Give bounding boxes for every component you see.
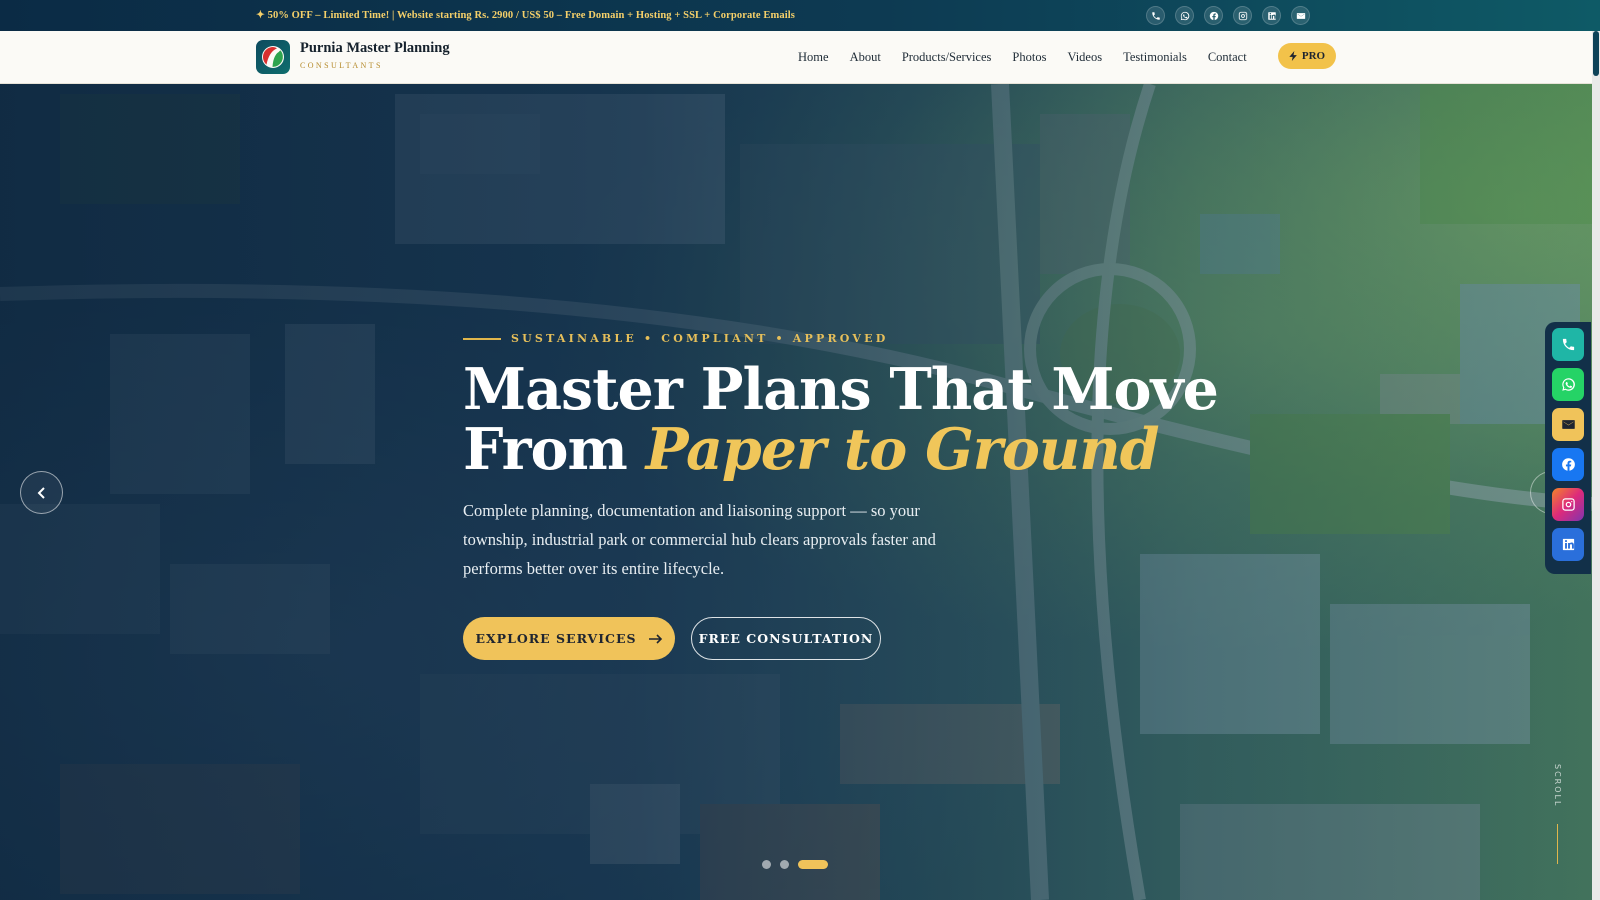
mail-icon <box>1561 420 1575 429</box>
float-linkedin-button[interactable] <box>1552 528 1584 561</box>
page-scrollbar[interactable] <box>1592 31 1600 900</box>
hero-lede: Complete planning, documentation and lia… <box>463 501 936 578</box>
scroll-line <box>1557 824 1558 864</box>
whatsapp-icon <box>1561 378 1575 391</box>
arrow-right-icon <box>648 633 662 644</box>
scroll-indicator: SCROLL <box>1549 764 1569 864</box>
hero-eyebrow: SUSTAINABLE • COMPLIANT • APPROVED <box>463 332 888 345</box>
linkedin-icon <box>1562 538 1574 551</box>
nav-item-videos[interactable]: Videos <box>1067 50 1102 65</box>
whatsapp-icon[interactable] <box>1175 6 1194 25</box>
float-mail-button[interactable] <box>1552 408 1584 441</box>
brand-logo[interactable] <box>256 40 290 74</box>
promo-text: ✦ 50% OFF – Limited Time! | Website star… <box>256 10 795 21</box>
hero-overlay <box>0 84 1592 900</box>
free-consultation-label: FREE CONSULTATION <box>698 631 874 646</box>
phone-icon <box>1562 338 1574 351</box>
pro-button[interactable]: PRO <box>1278 43 1336 69</box>
eyebrow-text: SUSTAINABLE • COMPLIANT • APPROVED <box>511 332 889 345</box>
phone-icon[interactable] <box>1146 6 1165 25</box>
float-facebook-button[interactable] <box>1552 448 1584 481</box>
eyebrow-line <box>463 337 501 340</box>
lightning-icon <box>1289 51 1297 61</box>
main-nav: Purnia Master Planning CONSULTANTS Home … <box>0 31 1592 84</box>
float-whatsapp-button[interactable] <box>1552 368 1584 401</box>
scrollbar-thumb[interactable] <box>1593 31 1599 76</box>
nav-item-testimonials[interactable]: Testimonials <box>1123 50 1187 65</box>
leaf-logo-icon <box>262 46 284 68</box>
nav-item-home[interactable]: Home <box>798 50 829 65</box>
brand-subtitle: CONSULTANTS <box>300 61 383 70</box>
promo-bar: ✦ 50% OFF – Limited Time! | Website star… <box>0 0 1600 31</box>
slider-dot-3-active[interactable] <box>798 860 828 869</box>
hero-title-line2-prefix: From <box>463 416 646 483</box>
hero-slider: SUSTAINABLE • COMPLIANT • APPROVED Maste… <box>0 84 1592 900</box>
float-instagram-button[interactable] <box>1552 488 1584 521</box>
floating-social-bar <box>1545 322 1591 574</box>
pro-label: PRO <box>1301 50 1326 62</box>
scroll-label: SCROLL <box>1553 764 1562 808</box>
linkedin-icon[interactable] <box>1262 6 1281 25</box>
slider-dot-2[interactable] <box>780 860 789 869</box>
slider-dots <box>762 860 828 869</box>
hero-title: Master Plans That Move From Paper to Gro… <box>463 360 1219 483</box>
hero-title-line1: Master Plans That Move <box>463 356 1219 423</box>
chevron-left-icon <box>37 486 45 499</box>
nav-item-photos[interactable]: Photos <box>1012 50 1046 65</box>
promo-social-icons <box>1146 6 1310 25</box>
mail-icon[interactable] <box>1291 6 1310 25</box>
nav-menu: Home About Products/Services Photos Vide… <box>798 31 1268 84</box>
slider-prev-button[interactable] <box>20 471 63 514</box>
instagram-icon[interactable] <box>1233 6 1252 25</box>
float-phone-button[interactable] <box>1552 328 1584 361</box>
slider-dot-1[interactable] <box>762 860 771 869</box>
nav-item-about[interactable]: About <box>850 50 881 65</box>
instagram-icon <box>1561 498 1575 511</box>
free-consultation-button[interactable]: FREE CONSULTATION <box>691 617 881 660</box>
explore-services-label: EXPLORE SERVICES <box>475 631 637 646</box>
facebook-icon <box>1561 458 1575 471</box>
explore-services-button[interactable]: EXPLORE SERVICES <box>463 617 675 660</box>
brand-name[interactable]: Purnia Master Planning <box>300 40 450 57</box>
nav-item-products-services[interactable]: Products/Services <box>902 50 992 65</box>
hero-title-accent: Paper to Ground <box>645 416 1160 483</box>
nav-item-contact[interactable]: Contact <box>1208 50 1247 65</box>
facebook-icon[interactable] <box>1204 6 1223 25</box>
